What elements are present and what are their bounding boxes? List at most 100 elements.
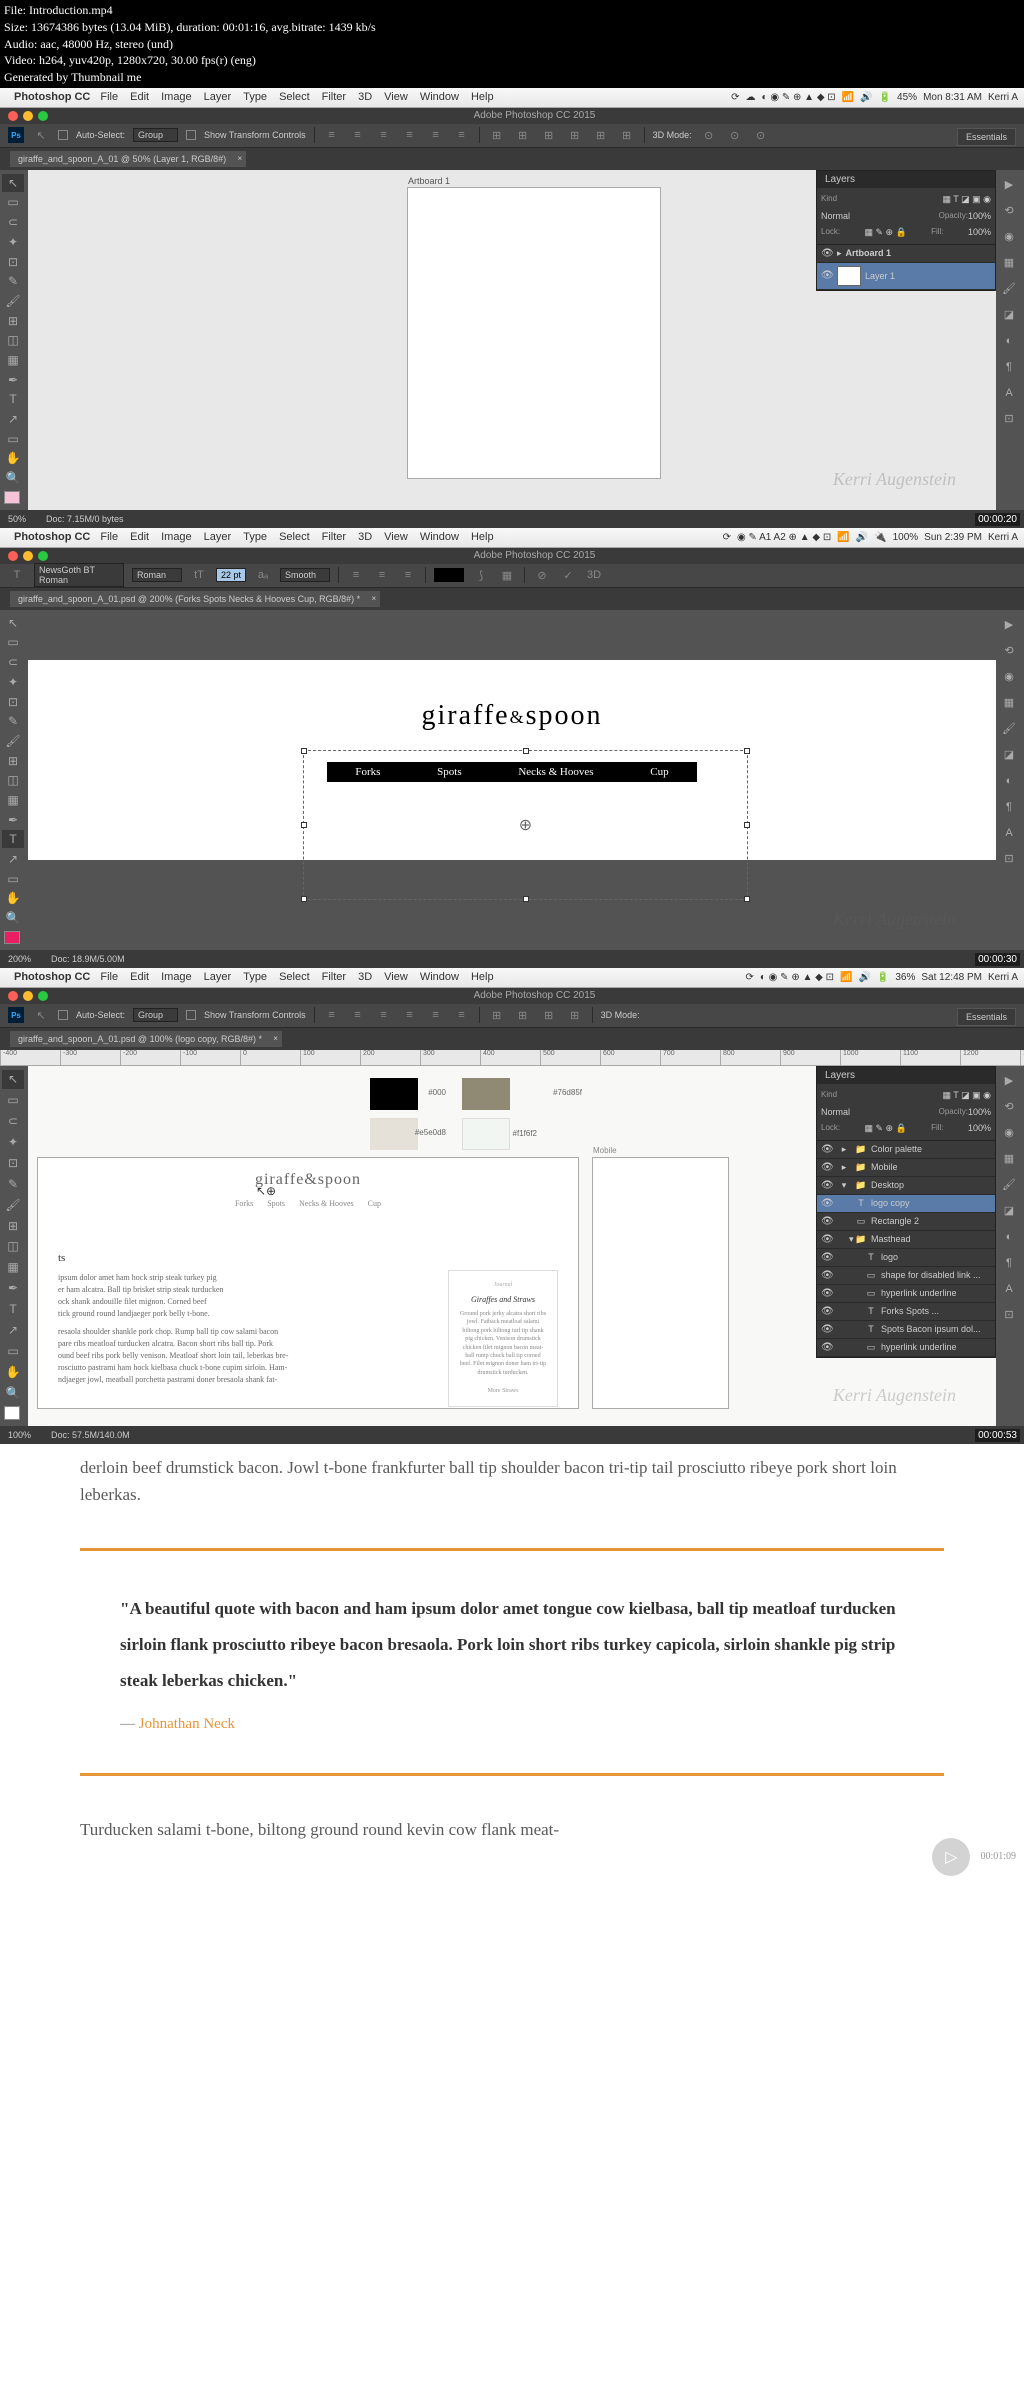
pen-tool[interactable]: ✒ xyxy=(2,811,24,829)
align-icon[interactable]: ≡ xyxy=(453,126,471,144)
opacity-value[interactable]: 100% xyxy=(968,1107,991,1117)
fill-value[interactable]: 100% xyxy=(968,1123,991,1134)
visibility-icon[interactable]: 👁 xyxy=(821,1342,833,1353)
layers-tab[interactable]: Layers xyxy=(817,171,995,188)
menu-help[interactable]: Help xyxy=(471,91,494,103)
shape-tool[interactable]: ▭ xyxy=(2,870,24,888)
stamp-tool[interactable]: ⊞ xyxy=(2,1216,24,1235)
layer-row[interactable]: 👁▸📁Color palette xyxy=(817,1141,995,1159)
layer-row[interactable]: 👁TSpots Bacon ipsum dol... xyxy=(817,1321,995,1339)
document-tab[interactable]: giraffe_and_spoon_A_01.psd @ 100% (logo … xyxy=(10,1031,282,1047)
hand-tool[interactable]: ✋ xyxy=(2,1362,24,1381)
layer-row[interactable]: 👁 ▸ Artboard 1 xyxy=(817,245,995,263)
layer-row[interactable]: 👁▸📁Mobile xyxy=(817,1159,995,1177)
pen-tool[interactable]: ✒ xyxy=(2,371,24,389)
brush-tool[interactable]: 🖌 xyxy=(2,292,24,310)
zoom-status[interactable]: 50% xyxy=(8,514,26,524)
3d-icon[interactable]: ⊙ xyxy=(752,126,770,144)
menu-3d[interactable]: 3D xyxy=(358,971,372,983)
brush-tool[interactable]: 🖌 xyxy=(2,732,24,750)
layer-row[interactable]: 👁▾📁Masthead xyxy=(817,1231,995,1249)
eyedropper-tool[interactable]: ✎ xyxy=(2,1174,24,1193)
filter-icons[interactable]: ▦ T ◪ ▣ ◉ xyxy=(942,1090,991,1101)
eraser-tool[interactable]: ◫ xyxy=(2,331,24,349)
layer-row[interactable]: 👁 Layer 1 xyxy=(817,263,995,290)
menu-image[interactable]: Image xyxy=(161,531,192,543)
cancel-icon[interactable]: ⊘ xyxy=(533,566,551,584)
resize-handle[interactable] xyxy=(523,896,529,902)
eraser-tool[interactable]: ◫ xyxy=(2,1237,24,1256)
zoom-tool[interactable]: 🔍 xyxy=(2,1383,24,1402)
volume-icon[interactable]: 🔊 xyxy=(860,92,872,103)
workspace-switcher[interactable]: Essentials xyxy=(957,128,1016,146)
autoselect-dropdown[interactable]: Group xyxy=(133,128,178,142)
3d-icon[interactable]: ⊙ xyxy=(700,126,718,144)
panel-icon[interactable]: ⟲ xyxy=(998,1096,1020,1118)
align-icon[interactable]: ≡ xyxy=(427,126,445,144)
resize-handle[interactable] xyxy=(744,748,750,754)
marquee-tool[interactable]: ▭ xyxy=(2,194,24,212)
visibility-icon[interactable]: 👁 xyxy=(821,270,833,281)
minimize-window-button[interactable] xyxy=(23,111,33,121)
menu-file[interactable]: File xyxy=(100,91,118,103)
visibility-icon[interactable]: 👁 xyxy=(821,1198,833,1209)
menu-type[interactable]: Type xyxy=(243,971,267,983)
menu-window[interactable]: Window xyxy=(420,91,459,103)
status-icons[interactable]: ◐ ◉ ✎ ⊕ ▲ ◆ ⊡ xyxy=(760,972,834,983)
blend-dropdown[interactable]: Normal xyxy=(821,211,939,221)
menu-view[interactable]: View xyxy=(384,531,408,543)
align-left-icon[interactable]: ≡ xyxy=(347,566,365,584)
visibility-icon[interactable]: 👁 xyxy=(821,1162,833,1173)
crop-tool[interactable]: ⊡ xyxy=(2,693,24,711)
menu-file[interactable]: File xyxy=(100,971,118,983)
gradient-tool[interactable]: ▦ xyxy=(2,351,24,369)
maximize-window-button[interactable] xyxy=(38,551,48,561)
layer-row[interactable]: 👁Tlogo copy xyxy=(817,1195,995,1213)
lock-icons[interactable]: ▦ ✎ ⊕ 🔒 xyxy=(864,1123,906,1134)
menu-view[interactable]: View xyxy=(384,91,408,103)
menu-layer[interactable]: Layer xyxy=(204,91,232,103)
status-icons[interactable]: ◐ ◉ ✎ ⊕ ▲ ◆ ⊡ xyxy=(762,92,836,103)
lasso-tool[interactable]: ⊂ xyxy=(2,653,24,671)
panel-icon[interactable]: ¶ xyxy=(998,796,1020,818)
align-icon[interactable]: ≡ xyxy=(375,1006,393,1024)
gradient-tool[interactable]: ▦ xyxy=(2,791,24,809)
sync-icon[interactable]: ⟳ xyxy=(723,532,731,543)
shape-tool[interactable]: ▭ xyxy=(2,430,24,448)
font-style-dropdown[interactable]: Roman xyxy=(132,568,182,582)
minimize-window-button[interactable] xyxy=(23,551,33,561)
path-tool[interactable]: ↗ xyxy=(2,1320,24,1339)
resize-handle[interactable] xyxy=(301,748,307,754)
layer-row[interactable]: 👁▭shape for disabled link ... xyxy=(817,1267,995,1285)
mobile-artboard[interactable] xyxy=(593,1158,728,1408)
desktop-artboard[interactable]: giraffe&spoon ↖⊕ Forks Spots Necks & Hoo… xyxy=(38,1158,578,1408)
visibility-icon[interactable]: 👁 xyxy=(821,1270,833,1281)
zoom-status[interactable]: 100% xyxy=(8,1430,31,1440)
close-icon[interactable]: × xyxy=(237,154,242,163)
zoom-tool[interactable]: 🔍 xyxy=(2,909,24,927)
maximize-window-button[interactable] xyxy=(38,111,48,121)
align-center-icon[interactable]: ≡ xyxy=(373,566,391,584)
wand-tool[interactable]: ✦ xyxy=(2,673,24,691)
align-icon[interactable]: ≡ xyxy=(375,126,393,144)
resize-handle[interactable] xyxy=(301,822,307,828)
move-tool[interactable]: ↖ xyxy=(2,1070,24,1089)
close-icon[interactable]: × xyxy=(273,1034,278,1043)
3d-icon[interactable]: ⊙ xyxy=(726,126,744,144)
resize-handle[interactable] xyxy=(523,748,529,754)
styles-icon[interactable]: ◪ xyxy=(998,304,1020,326)
pen-tool[interactable]: ✒ xyxy=(2,1279,24,1298)
lock-icons[interactable]: ▦ ✎ ⊕ 🔒 xyxy=(864,227,906,238)
eyedropper-tool[interactable]: ✎ xyxy=(2,712,24,730)
maximize-window-button[interactable] xyxy=(38,991,48,1001)
character-icon[interactable]: A xyxy=(998,822,1020,844)
ps-icon[interactable]: Ps xyxy=(8,1007,24,1023)
artboard[interactable] xyxy=(408,188,660,478)
play-icon[interactable]: ▶ xyxy=(998,174,1020,196)
play-button[interactable]: ▷ xyxy=(932,1838,970,1876)
menu-select[interactable]: Select xyxy=(279,531,310,543)
document-tab[interactable]: giraffe_and_spoon_A_01.psd @ 200% (Forks… xyxy=(10,591,380,607)
menu-select[interactable]: Select xyxy=(279,971,310,983)
menu-window[interactable]: Window xyxy=(420,531,459,543)
panel-icon[interactable]: 🖌 xyxy=(998,718,1020,740)
